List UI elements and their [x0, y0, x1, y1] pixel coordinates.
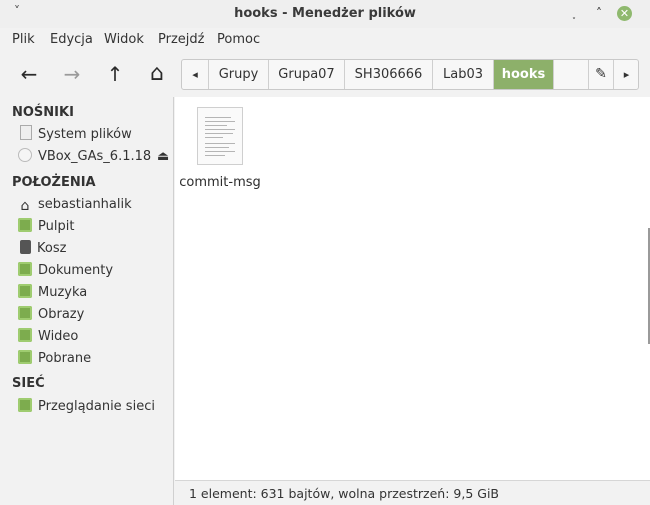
path-crumb-hooks[interactable]: hooks [494, 60, 554, 89]
sidebar-item-kosz[interactable]: Kosz [18, 239, 66, 259]
sidebar-item-wideo[interactable]: Wideo [18, 327, 78, 347]
path-bar: ◂ Grupy Grupa07 SH306666 Lab03 hooks ✎ ▸ [181, 59, 639, 90]
menu-edycja[interactable]: Edycja [50, 32, 93, 47]
menu-przejdz[interactable]: Przejdź [158, 32, 204, 47]
menu-plik[interactable]: Plik [12, 32, 35, 47]
home-button[interactable]: ⌂ [144, 62, 170, 88]
sidebar-item-label: Pulpit [38, 219, 75, 234]
minimize-icon[interactable]: ˯ [565, 5, 583, 23]
sidebar-item-label: Kosz [37, 241, 67, 256]
sidebar-item-system-plikow[interactable]: System plików [18, 125, 132, 145]
disc-icon [18, 148, 32, 162]
folder-pictures-icon [18, 306, 32, 320]
path-scroll-left-button[interactable]: ◂ [182, 60, 209, 89]
folder-downloads-icon [18, 350, 32, 364]
sidebar-header-network: SIEĆ [12, 376, 45, 391]
folder-documents-icon [18, 262, 32, 276]
path-crumb-lab03[interactable]: Lab03 [433, 60, 494, 89]
back-button[interactable]: ← [16, 62, 42, 88]
sidebar-item-network[interactable]: Przeglądanie sieci [18, 397, 155, 417]
close-icon[interactable]: ✕ [617, 6, 632, 21]
file-view[interactable]: commit-msg [175, 97, 650, 480]
sidebar-item-label: Przeglądanie sieci [38, 399, 155, 414]
network-icon [18, 398, 32, 412]
path-crumb-grupy[interactable]: Grupy [209, 60, 269, 89]
menu-widok[interactable]: Widok [104, 32, 144, 47]
sidebar-item-label: Muzyka [38, 285, 88, 300]
sidebar-item-muzyka[interactable]: Muzyka [18, 283, 87, 303]
eject-icon[interactable]: ⏏ [157, 147, 169, 167]
up-button[interactable]: ↑ [102, 62, 128, 88]
trash-icon [20, 240, 31, 254]
sidebar-header-places: POŁOŻENIA [12, 175, 96, 190]
file-name: commit-msg [179, 175, 261, 190]
path-crumb-sh306666[interactable]: SH306666 [345, 60, 433, 89]
sidebar-item-label: Obrazy [38, 307, 85, 322]
sidebar-item-label: Dokumenty [38, 263, 114, 278]
path-crumb-grupa07[interactable]: Grupa07 [269, 60, 345, 89]
folder-videos-icon [18, 328, 32, 342]
file-item[interactable]: commit-msg [175, 97, 265, 197]
desktop-icon [18, 218, 32, 232]
sidebar-item-label: Wideo [38, 329, 79, 344]
sidebar-item-pobrane[interactable]: Pobrane [18, 349, 91, 369]
sidebar-item-obrazy[interactable]: Obrazy [18, 305, 84, 325]
status-text: 1 element: 631 bajtów, wolna przestrzeń:… [189, 486, 499, 501]
edit-path-icon[interactable]: ✎ [588, 60, 614, 89]
path-scroll-right-button[interactable]: ▸ [614, 60, 638, 89]
sidebar-item-pulpit[interactable]: Pulpit [18, 217, 74, 237]
forward-button[interactable]: → [59, 62, 85, 88]
sidebar-item-label: VBox_GAs_6.1.18 [38, 149, 152, 164]
file-manager-window: ˅ hooks - Menedżer plików ˯ ˄ ✕ Plik Edy… [0, 0, 650, 505]
sidebar-item-label: sebastianhalik [38, 197, 132, 212]
maximize-icon[interactable]: ˄ [590, 5, 608, 23]
sidebar-item-label: Pobrane [38, 351, 92, 366]
menu-pomoc[interactable]: Pomoc [217, 32, 260, 47]
sidebar-item-label: System plików [38, 127, 132, 142]
home-icon: ⌂ [20, 198, 30, 214]
drive-icon [20, 125, 32, 140]
text-file-icon [197, 107, 243, 165]
sidebar-item-vbox[interactable]: VBox_GAs_6.1.18 ⏏ [18, 147, 174, 167]
sidebar: NOŚNIKI System plików VBox_GAs_6.1.18 ⏏ … [0, 97, 174, 505]
title-bar: ˅ hooks - Menedżer plików ˯ ˄ ✕ [0, 0, 650, 28]
status-bar: 1 element: 631 bajtów, wolna przestrzeń:… [175, 480, 650, 505]
window-title: hooks - Menedżer plików [234, 6, 416, 21]
sidebar-item-dokumenty[interactable]: Dokumenty [18, 261, 113, 281]
sidebar-item-home[interactable]: ⌂ sebastianhalik [18, 195, 132, 215]
sidebar-header-devices: NOŚNIKI [12, 105, 74, 120]
menu-bar: Plik Edycja Widok Przejdź Pomoc [0, 28, 650, 52]
folder-music-icon [18, 284, 32, 298]
